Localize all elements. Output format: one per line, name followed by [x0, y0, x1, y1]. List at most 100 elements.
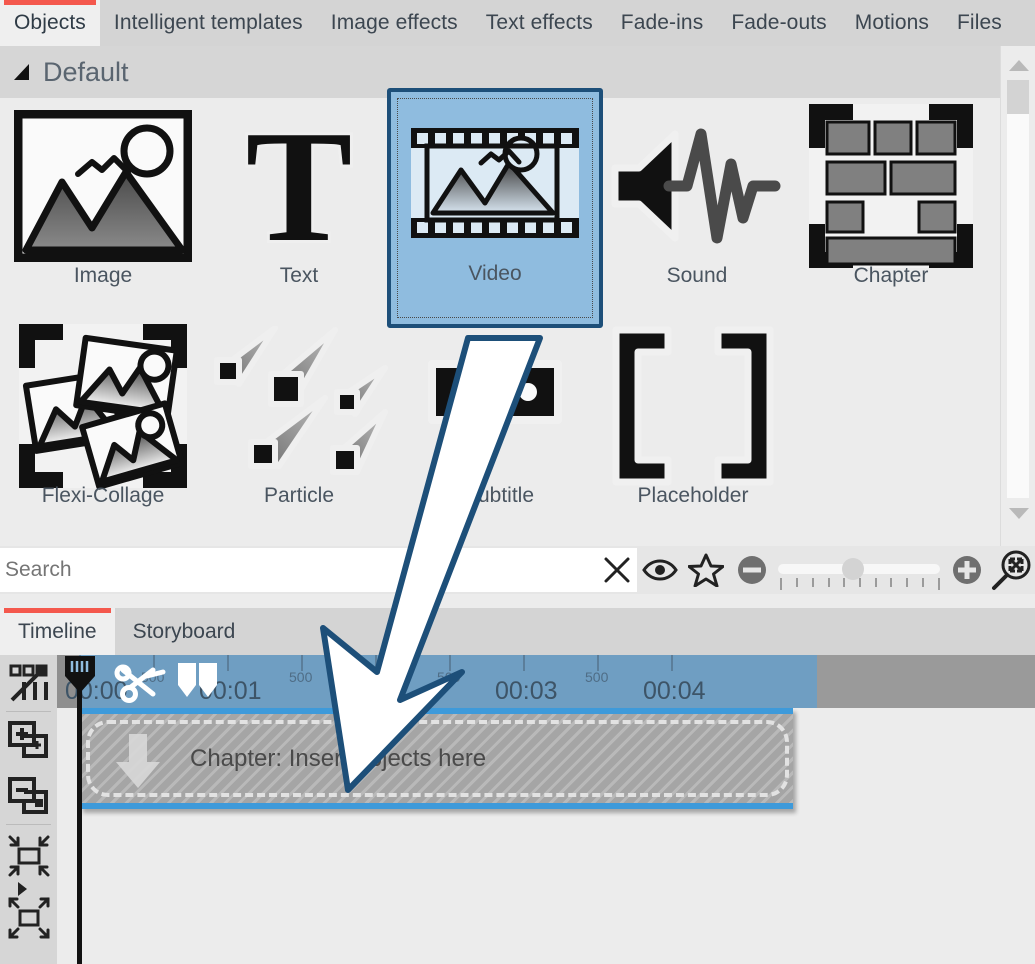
zoom-in-timeline-button[interactable] — [0, 825, 57, 887]
slider-ticks — [780, 578, 939, 590]
playhead-handle[interactable] — [64, 655, 96, 695]
tab-label: Text effects — [486, 11, 593, 35]
timeline-toolbar — [0, 655, 57, 964]
timeline-mode-icon — [8, 662, 50, 704]
remove-track-icon — [8, 775, 50, 817]
text-icon: T — [204, 102, 394, 270]
library-item-text[interactable]: T Text — [200, 102, 398, 320]
chapter-drop-zone[interactable]: Chapter: Insert objects here — [80, 714, 793, 803]
flexi-collage-icon — [8, 322, 198, 490]
tab-image-effects[interactable]: Image effects — [317, 0, 472, 46]
toggle-timeline-mode-button[interactable] — [0, 655, 57, 711]
tab-label: Files — [957, 11, 1002, 35]
star-icon — [688, 553, 724, 587]
tab-bar-filler — [1016, 0, 1035, 46]
library-item-label: Subtitle — [464, 484, 534, 508]
favorites-button[interactable] — [683, 546, 729, 594]
chevron-up-icon — [1009, 60, 1029, 71]
tab-timeline[interactable]: Timeline — [0, 608, 115, 655]
library-row-1: Image T Text — [0, 98, 1000, 318]
object-library-grid: Image T Text — [0, 98, 1000, 546]
group-title: Default — [43, 57, 129, 88]
chapter-marker-icon[interactable] — [176, 661, 220, 699]
close-x-icon — [602, 555, 632, 585]
library-item-label: Chapter — [854, 264, 929, 288]
zoom-out-timeline-button[interactable] — [0, 887, 57, 949]
speaker-waveform-icon — [602, 102, 792, 270]
tab-intelligent-templates[interactable]: Intelligent templates — [100, 0, 317, 46]
zoom-slider[interactable] — [774, 546, 943, 594]
playhead-line[interactable] — [77, 675, 82, 964]
minus-circle-icon — [737, 555, 767, 585]
library-item-label: Placeholder — [638, 484, 749, 508]
library-item-particle[interactable]: Particle — [200, 322, 398, 540]
library-item-label: Particle — [264, 484, 334, 508]
library-scrollbar[interactable] — [1000, 46, 1035, 546]
library-item-subtitle[interactable]: Subtitle — [400, 322, 598, 540]
zoom-in-timeline-icon — [7, 834, 51, 878]
library-item-chapter[interactable]: Chapter — [792, 102, 990, 320]
zoom-out-button[interactable] — [729, 546, 775, 594]
image-icon — [8, 102, 198, 270]
ruler-half-label: 500 — [437, 669, 460, 685]
scroll-down-button[interactable] — [1001, 498, 1035, 528]
search-input[interactable] — [0, 548, 598, 592]
tab-files[interactable]: Files — [943, 0, 1016, 46]
add-track-icon — [8, 719, 50, 761]
timeline-panel: 500 500 500 500 00:00 00:01 00:02 00:03 … — [0, 655, 1035, 964]
library-item-label: Image — [74, 264, 132, 288]
library-item-label: Text — [280, 264, 319, 288]
zoom-out-timeline-icon — [7, 896, 51, 940]
tab-label: Image effects — [331, 11, 458, 35]
scissors-icon[interactable] — [113, 660, 167, 706]
fit-size-button[interactable] — [989, 546, 1035, 594]
ruler-time-label: 00:03 — [495, 677, 558, 706]
library-item-flexi-collage[interactable]: Flexi-Collage — [4, 322, 202, 540]
selection-focus-outline — [397, 98, 593, 318]
clear-search-button[interactable] — [598, 548, 638, 592]
magnifier-fit-icon — [991, 549, 1033, 591]
library-item-video[interactable]: Video — [387, 88, 603, 328]
chapter-layout-icon — [796, 102, 986, 270]
library-item-image[interactable]: Image — [4, 102, 202, 320]
remove-track-button[interactable] — [0, 768, 57, 824]
tab-label: Fade-outs — [731, 11, 826, 35]
ruler-time-label: 00:02 — [347, 677, 410, 706]
timeline-tab-bar: Timeline Storyboard — [0, 608, 1035, 655]
add-track-button[interactable] — [0, 712, 57, 768]
tab-fade-outs[interactable]: Fade-outs — [717, 0, 840, 46]
ruler-half-label: 500 — [585, 669, 608, 685]
tab-text-effects[interactable]: Text effects — [472, 0, 607, 46]
tab-storyboard[interactable]: Storyboard — [115, 608, 254, 655]
library-item-label: Sound — [667, 264, 728, 288]
tab-motions[interactable]: Motions — [841, 0, 943, 46]
scrollbar-thumb[interactable] — [1007, 80, 1029, 114]
ruler-time-label: 00:04 — [643, 677, 706, 706]
tab-fade-ins[interactable]: Fade-ins — [607, 0, 718, 46]
chapter-track-block[interactable]: Chapter: Insert objects here — [80, 708, 793, 809]
placeholder-brackets-icon — [598, 322, 788, 490]
chevron-down-icon — [1009, 508, 1029, 519]
plus-circle-icon — [952, 555, 982, 585]
library-item-sound[interactable]: Sound — [598, 102, 796, 320]
subtitle-bubble-icon — [404, 322, 594, 490]
object-library-window: Objects Intelligent templates Image effe… — [0, 0, 1035, 964]
scroll-up-button[interactable] — [1001, 50, 1035, 80]
main-tab-bar: Objects Intelligent templates Image effe… — [0, 0, 1035, 46]
zoom-in-button[interactable] — [944, 546, 990, 594]
preview-toggle-button[interactable] — [637, 546, 683, 594]
tab-label: Timeline — [18, 620, 97, 644]
particle-icon — [204, 322, 394, 490]
triangle-collapse-icon[interactable] — [14, 64, 29, 80]
tab-label: Fade-ins — [621, 11, 704, 35]
svg-text:T: T — [246, 110, 353, 262]
tab-label: Motions — [855, 11, 929, 35]
eye-icon — [642, 557, 678, 583]
scrollbar-trough[interactable] — [1007, 80, 1029, 498]
tab-objects[interactable]: Objects — [0, 0, 100, 46]
slider-knob[interactable] — [842, 558, 864, 580]
library-item-label: Flexi-Collage — [42, 484, 165, 508]
library-item-placeholder[interactable]: Placeholder — [594, 322, 792, 540]
drop-arrow-down-icon — [112, 732, 164, 790]
tab-label: Storyboard — [133, 620, 236, 644]
